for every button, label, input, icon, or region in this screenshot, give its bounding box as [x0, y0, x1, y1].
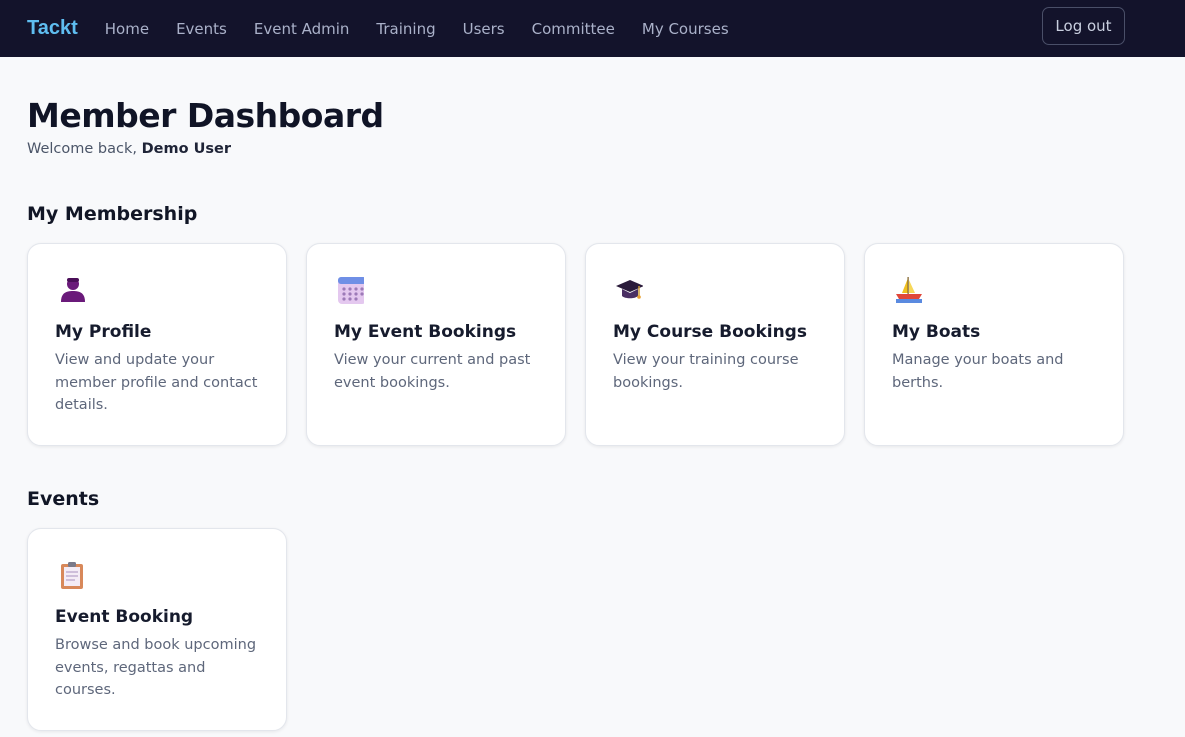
card-my-event-bookings[interactable]: My Event Bookings View your current and …: [306, 243, 566, 446]
graduation-cap-icon: [616, 280, 643, 299]
section-title-events: Events: [27, 488, 100, 510]
card-description: Browse and book upcoming events, regatta…: [55, 637, 257, 698]
nav-link-users[interactable]: Users: [463, 20, 505, 38]
events-cards: Event Booking Browse and book upcoming e…: [27, 528, 287, 731]
dashboard-main: Member Dashboard Welcome back, Demo User…: [27, 57, 1157, 731]
card-description: View your current and past event booking…: [334, 352, 531, 391]
membership-cards: My Profile View and update your member p…: [27, 243, 1124, 446]
card-description: Manage your boats and berths.: [892, 352, 1064, 391]
card-description: View and update your member profile and …: [55, 352, 258, 413]
card-my-profile[interactable]: My Profile View and update your member p…: [27, 243, 287, 446]
card-description: View your training course bookings.: [613, 352, 799, 391]
nav-link-home[interactable]: Home: [105, 20, 149, 38]
card-title: My Event Bookings: [334, 322, 517, 342]
nav-link-committee[interactable]: Committee: [532, 20, 615, 38]
person-icon: [61, 278, 85, 302]
nav-link-training[interactable]: Training: [376, 20, 435, 38]
top-navbar: Tackt Home Events Event Admin Training U…: [0, 0, 1185, 57]
welcome-prefix: Welcome back,: [27, 141, 142, 157]
calendar-icon: [338, 277, 364, 304]
user-name: Demo User: [141, 141, 232, 157]
card-title: My Boats: [892, 322, 981, 342]
sailboat-icon: [896, 277, 922, 303]
nav-link-event-admin[interactable]: Event Admin: [254, 20, 350, 38]
card-event-booking[interactable]: Event Booking Browse and book upcoming e…: [27, 528, 287, 731]
section-title-my-membership: My Membership: [27, 203, 198, 225]
card-title: My Course Bookings: [613, 322, 807, 342]
nav-link-my-courses[interactable]: My Courses: [642, 20, 729, 38]
welcome-message: Welcome back, Demo User: [27, 139, 1157, 159]
card-title: My Profile: [55, 322, 152, 342]
page-title: Member Dashboard: [27, 96, 384, 135]
card-title: Event Booking: [55, 607, 194, 627]
brand-logo-link[interactable]: Tackt: [27, 17, 78, 40]
nav-link-events[interactable]: Events: [176, 20, 227, 38]
clipboard-icon: [61, 562, 83, 589]
card-my-boats[interactable]: My Boats Manage your boats and berths.: [864, 243, 1124, 446]
card-my-course-bookings[interactable]: My Course Bookings View your training co…: [585, 243, 845, 446]
nav-links: Home Events Event Admin Training Users C…: [105, 20, 756, 38]
logout-button[interactable]: Log out: [1042, 7, 1125, 45]
